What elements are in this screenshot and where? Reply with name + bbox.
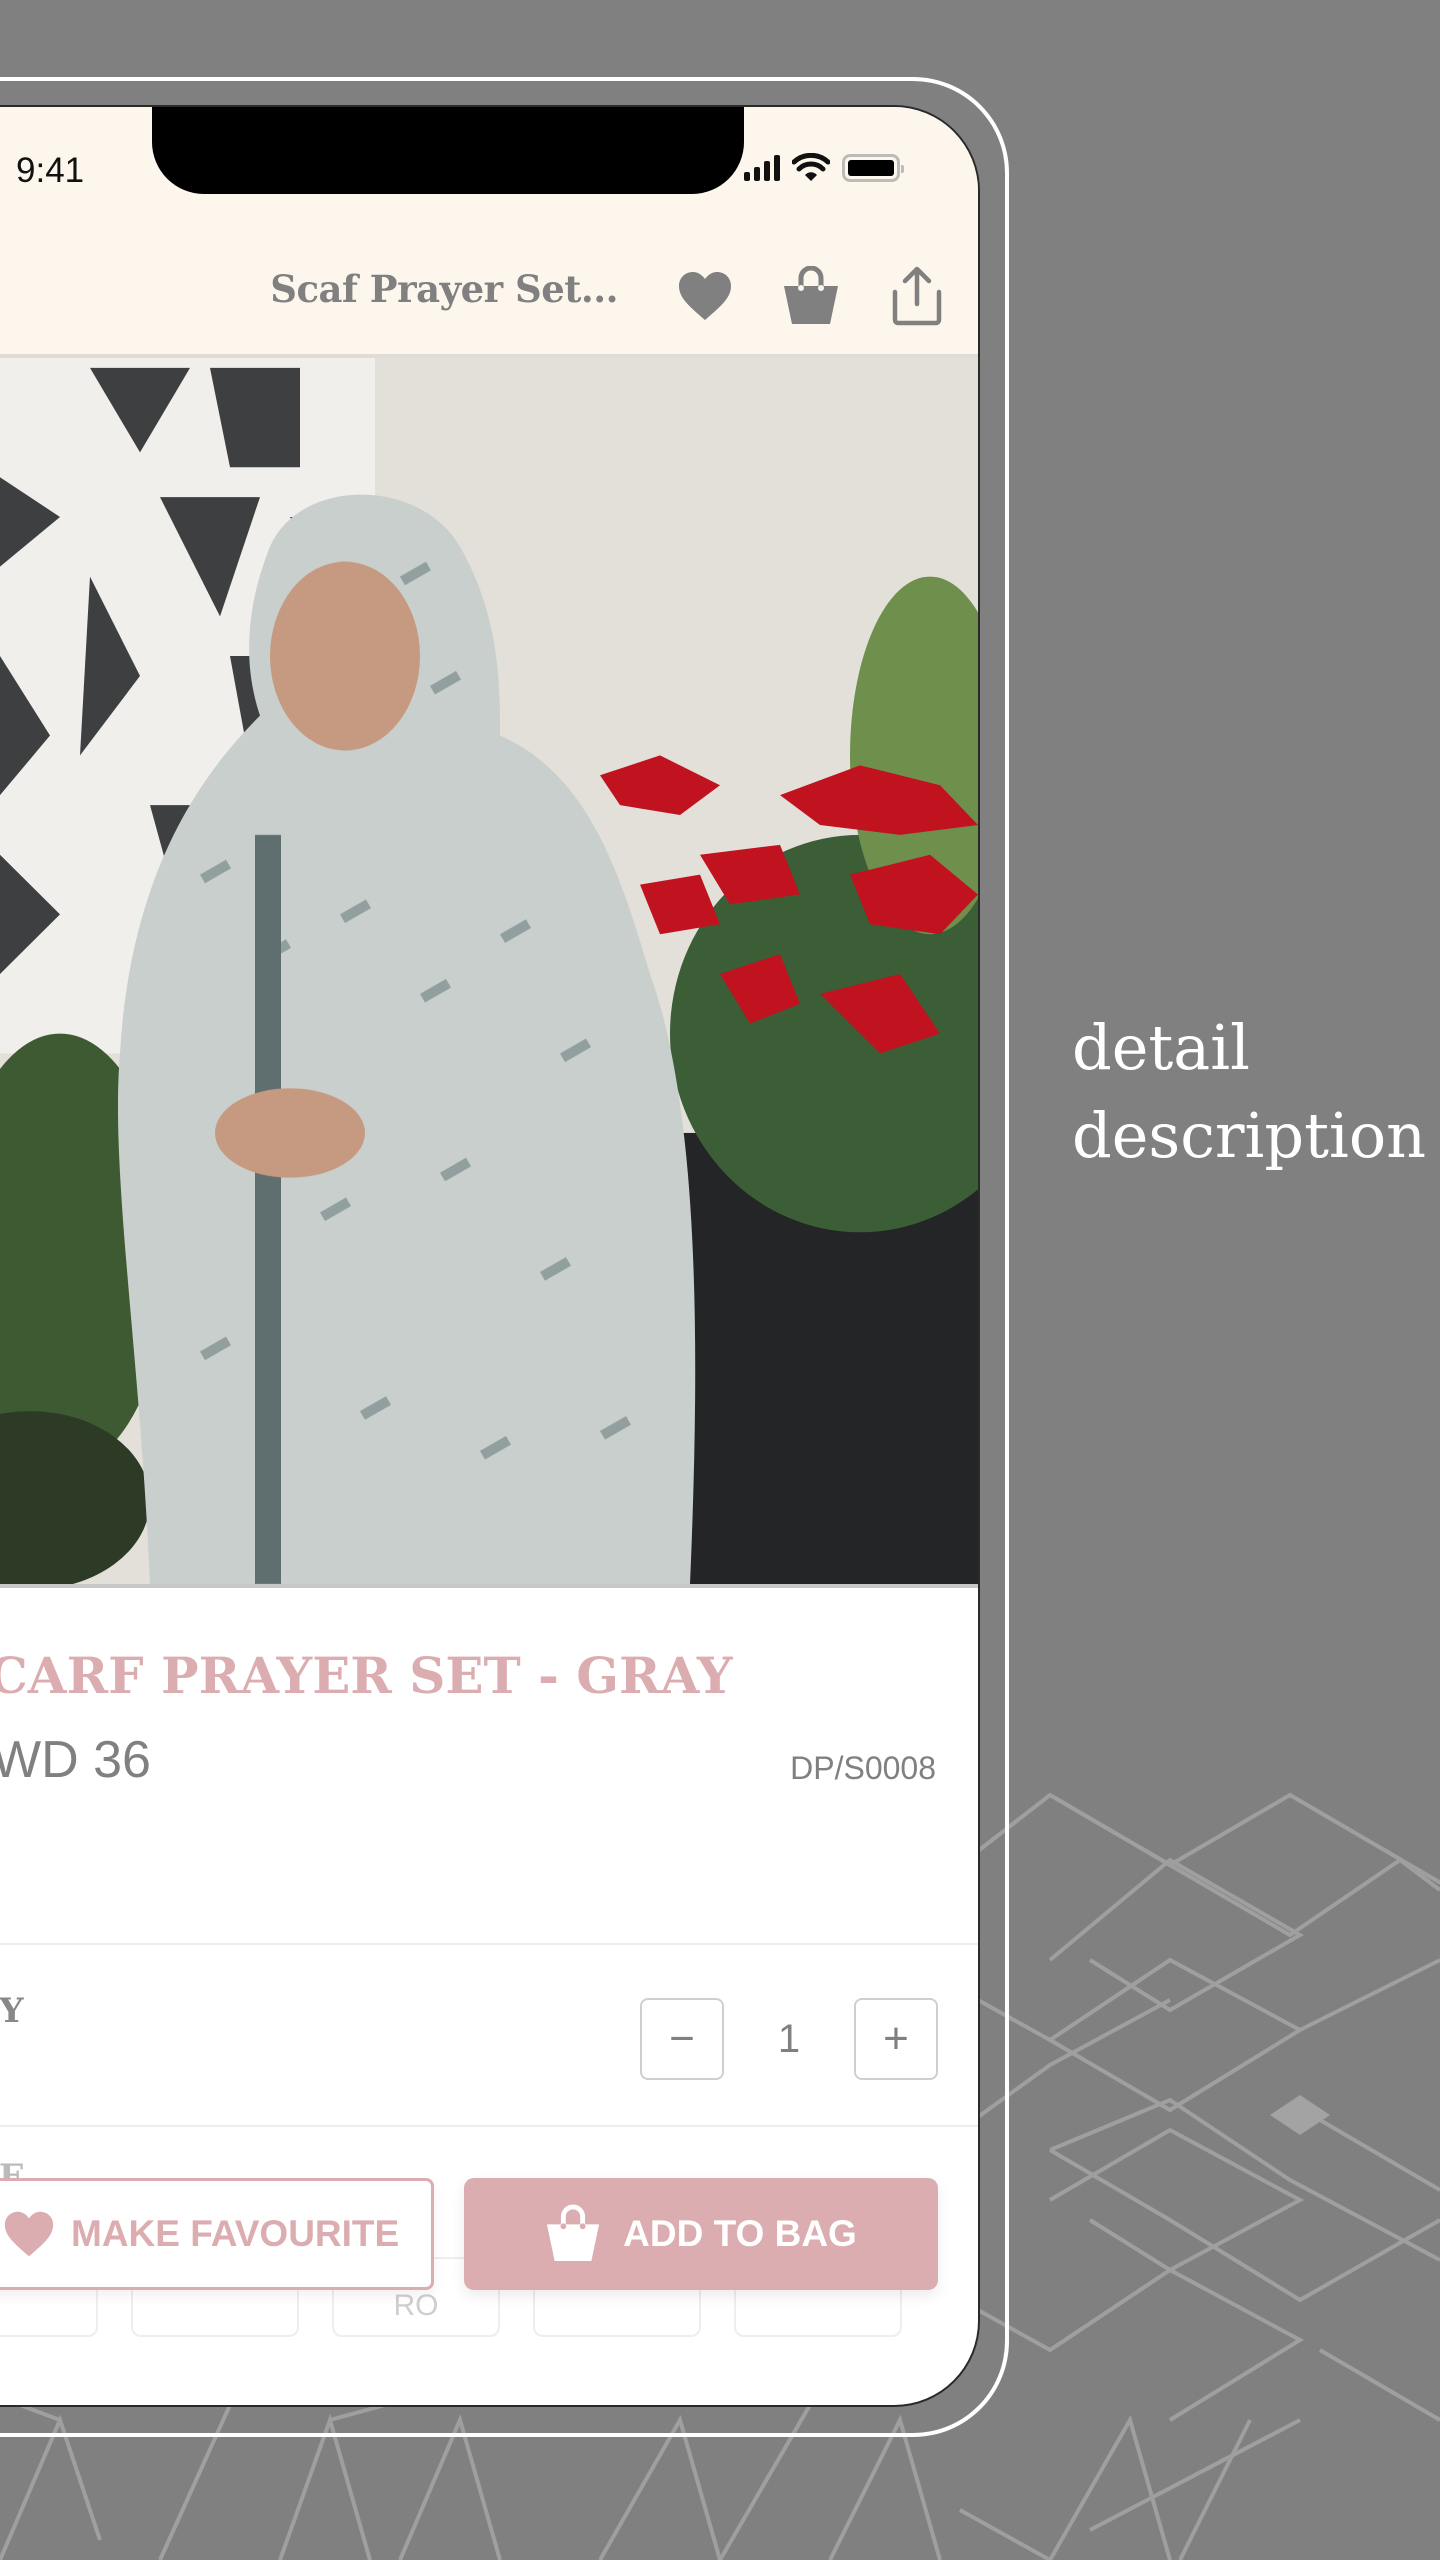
shopping-bag-icon	[784, 266, 838, 324]
product-photo	[0, 358, 978, 1584]
share-button[interactable]	[886, 265, 948, 327]
page-title: Scaf Prayer Set...	[270, 267, 618, 311]
add-to-bag-button[interactable]: ADD TO BAG	[464, 2178, 938, 2290]
increment-button[interactable]: +	[854, 1998, 938, 2080]
product-price: WD 36	[0, 1731, 151, 1789]
quantity-value: 1	[777, 2016, 801, 2061]
heart-icon	[679, 272, 731, 320]
signal-icon	[744, 155, 780, 181]
quantity-label: TY	[0, 1991, 24, 2031]
status-icons	[744, 153, 904, 183]
make-favourite-label: MAKE FAVOURITE	[71, 2213, 400, 2254]
make-favourite-button[interactable]: MAKE FAVOURITE	[0, 2178, 434, 2290]
add-to-bag-label: ADD TO BAG	[623, 2213, 857, 2254]
wifi-icon	[792, 153, 830, 181]
heart-icon	[4, 2211, 54, 2257]
product-image-carousel[interactable]	[0, 354, 978, 1588]
shopping-bag-icon	[547, 2204, 600, 2262]
cart-button[interactable]	[780, 265, 842, 327]
product-sku: DP/S0008	[790, 1750, 936, 1786]
phone-screen: 9:41 Scaf Prayer Set... CARF PRAYER SET …	[0, 107, 978, 2405]
quantity-stepper: − 1 +	[640, 1998, 938, 2080]
battery-icon	[842, 154, 904, 182]
caption-line-2: description	[1072, 1099, 1427, 1172]
app-header: 9:41 Scaf Prayer Set...	[0, 107, 978, 354]
decrement-button[interactable]: −	[640, 1998, 724, 2080]
favourite-button[interactable]	[674, 265, 736, 327]
share-icon	[892, 266, 942, 326]
divider	[0, 2125, 978, 2127]
caption-line-1: detail	[1072, 1011, 1250, 1084]
feature-caption: detail description	[1072, 1004, 1426, 1180]
product-title: CARF PRAYER SET - GRAY	[0, 1646, 733, 1705]
status-time: 9:41	[16, 151, 85, 190]
divider	[0, 1943, 978, 1945]
phone-notch	[152, 107, 744, 194]
